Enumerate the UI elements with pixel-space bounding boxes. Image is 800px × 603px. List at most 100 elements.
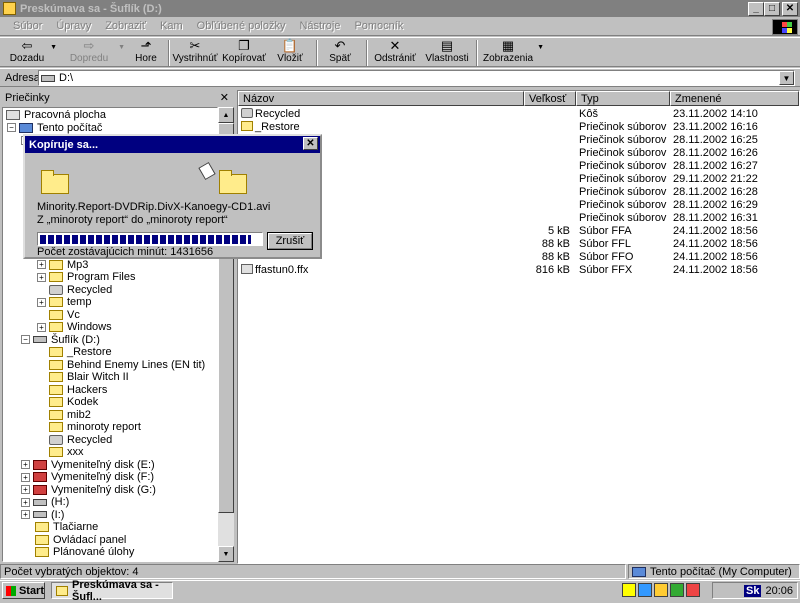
dialog-close-button[interactable]: ✕ <box>303 137 318 150</box>
address-dropdown-button[interactable]: ▼ <box>779 71 794 85</box>
file-icon <box>241 264 253 274</box>
views-button[interactable]: ▦ Zobrazenia ▼ <box>482 38 544 68</box>
maximize-button[interactable]: □ <box>764 2 780 16</box>
close-pane-icon[interactable]: ✕ <box>220 91 229 104</box>
file-type: Priečinok súborov <box>579 133 667 146</box>
tree-item-control-panel[interactable]: Ovládací panel <box>5 534 217 547</box>
tree-item-printers[interactable]: Tlačiarne <box>5 521 217 534</box>
back-button[interactable]: ⇦ Dozadu ▼ <box>4 38 57 68</box>
scroll-up-icon[interactable]: ▲ <box>218 107 234 123</box>
desktop-icon[interactable] <box>622 583 636 597</box>
file-row[interactable]: es (EN tit)Priečinok súborov28.11.2002 1… <box>238 133 799 146</box>
tree-item-desktop[interactable]: Pracovná plocha <box>5 109 217 122</box>
file-row[interactable]: Priečinok súborov 28.11.2002 16:27 <box>238 159 799 172</box>
tree-item-windows[interactable]: + Windows <box>5 321 217 334</box>
folders-pane-header: Priečinky ✕ <box>5 91 229 104</box>
status-selection: Počet vybratých objektov: 4 <box>0 564 626 579</box>
file-row[interactable]: _Restore Priečinok súborov 23.11.2002 16:1… <box>238 120 799 133</box>
tree-item-kodek[interactable]: Kodek <box>5 396 217 409</box>
menu-favorites[interactable]: Obľúbené položky <box>197 20 286 32</box>
start-button[interactable]: Start <box>2 582 45 599</box>
cancel-button[interactable]: Zrušiť <box>267 232 313 250</box>
cut-button[interactable]: ✂ Vystrihnúť <box>172 38 217 68</box>
file-row[interactable]: 88 kB Súbor FFO 24.11.2002 18:56 <box>238 250 799 263</box>
column-type[interactable]: Typ <box>576 91 670 106</box>
file-row[interactable]: Priečinok súborov 28.11.2002 16:28 <box>238 185 799 198</box>
up-button[interactable]: ⬏ Hore <box>128 38 164 68</box>
dialog-route: Z „minoroty report“ do „minoroty report“ <box>37 214 228 226</box>
tree-item-temp[interactable]: + temp <box>5 296 217 309</box>
tree-item-mp3[interactable]: + Mp3 <box>5 259 217 272</box>
properties-icon: ▤ <box>440 38 454 53</box>
minimize-button[interactable]: _ <box>748 2 764 16</box>
ie-icon[interactable] <box>638 583 652 597</box>
menu-view[interactable]: Zobraziť <box>105 20 146 32</box>
delete-button[interactable]: ✕ Odstrániť <box>372 38 418 68</box>
menu-bar: Súbor Úpravy Zobraziť Kam Obľúbené polož… <box>0 17 800 36</box>
tree-item-drive-d[interactable]: − Šuflík (D:) <box>5 334 217 347</box>
tree-item-disk-g[interactable]: + Vymeniteľný disk (G:) <box>5 484 217 497</box>
tree-item-drive-i[interactable]: + (I:) <box>5 509 217 522</box>
file-type: Kôš <box>579 107 598 120</box>
file-row[interactable]: Priečinok súborov 28.11.2002 16:29 <box>238 198 799 211</box>
tree-item-xxx[interactable]: xxx <box>5 446 217 459</box>
tree-item-scheduled-tasks[interactable]: Plánované úlohy <box>5 546 217 559</box>
taskbar: Start Preskúmava sa - Šufl... Sk 20:06 <box>0 579 800 603</box>
tree-item-disk-e[interactable]: + Vymeniteľný disk (E:) <box>5 459 217 472</box>
tree-item-vc[interactable]: Vc <box>5 309 217 322</box>
file-row[interactable]: 88 kB Súbor FFL 24.11.2002 18:56 <box>238 237 799 250</box>
file-row[interactable]: Recycled Kôš 23.11.2002 14:10 <box>238 107 799 120</box>
tree-item-my-computer[interactable]: − Tento počítač <box>5 122 217 135</box>
file-modified: 28.11.2002 16:27 <box>673 159 758 172</box>
menu-go[interactable]: Kam <box>160 20 183 32</box>
menu-file[interactable]: Súbor <box>13 20 42 32</box>
app-icon[interactable] <box>686 583 700 597</box>
menu-edit[interactable]: Úpravy <box>56 20 91 32</box>
column-modified[interactable]: Zmenené <box>670 91 799 106</box>
file-row[interactable]: Priečinok súborov 28.11.2002 16:26 <box>238 146 799 159</box>
taskbar-task-explorer[interactable]: Preskúmava sa - Šufl... <box>51 579 173 603</box>
tree-item-recycled-d[interactable]: Recycled <box>5 434 217 447</box>
file-row[interactable]: ffastun0.ffx 816 kB Súbor FFX 24.11.2002 18… <box>238 263 799 276</box>
tree-item-blair-witch[interactable]: Blair Witch II <box>5 371 217 384</box>
menu-tools[interactable]: Nástroje <box>299 20 340 32</box>
dialog-title: Kopíruje sa... <box>29 138 99 151</box>
copy-button[interactable]: ❐ Kopírovať <box>222 38 266 68</box>
tree-item-drive-h[interactable]: + (H:) <box>5 496 217 509</box>
file-row[interactable]: Priečinok súborov 29.11.2002 21:22 <box>238 172 799 185</box>
file-modified: 28.11.2002 16:31 <box>673 211 758 224</box>
tree-item-recycled[interactable]: Recycled <box>5 284 217 297</box>
column-size[interactable]: Veľkosť <box>524 91 576 106</box>
tree-item-minoroty-report[interactable]: minoroty report <box>5 421 217 434</box>
file-modified: 23.11.2002 16:16 <box>673 120 758 133</box>
address-input[interactable]: D:\ ▼ <box>38 70 795 86</box>
dialog-title-bar[interactable]: Kopíruje sa... ✕ <box>25 136 320 153</box>
file-name: ffastun0.ffx <box>255 263 309 276</box>
outlook-icon[interactable] <box>654 583 668 597</box>
scroll-down-icon[interactable]: ▼ <box>218 546 234 562</box>
window-title-bar[interactable]: Preskúmava sa - Šuflík (D:) _ □ ✕ <box>0 0 800 17</box>
file-row[interactable]: 5 kB Súbor FFA 24.11.2002 18:56 <box>238 224 799 237</box>
file-size: 816 kB <box>535 263 570 276</box>
toolbar: ⇦ Dozadu ▼ ⇨ Dopredu ▼ ⬏ Hore ✂ Vystrihnúť… <box>0 37 800 67</box>
column-name[interactable]: Názov <box>238 91 524 106</box>
paste-button[interactable]: 📋 Vložiť <box>272 38 308 68</box>
tree-item-mib2[interactable]: mib2 <box>5 409 217 422</box>
status-location: Tento počítač (My Computer) <box>628 564 800 579</box>
properties-button[interactable]: ▤ Vlastnosti <box>424 38 470 68</box>
tree-item-disk-f[interactable]: + Vymeniteľný disk (F:) <box>5 471 217 484</box>
file-row[interactable]: Priečinok súborov 28.11.2002 16:31 <box>238 211 799 224</box>
tray-clock[interactable]: 20:06 <box>765 585 793 597</box>
undo-button[interactable]: ↶ Späť <box>322 38 358 68</box>
tree-item-restore[interactable]: _Restore <box>5 346 217 359</box>
tree-item-program-files[interactable]: + Program Files <box>5 271 217 284</box>
language-indicator[interactable]: Sk <box>744 584 762 597</box>
tree-item-hackers[interactable]: Hackers <box>5 384 217 397</box>
forward-button[interactable]: ⇨ Dopredu ▼ <box>60 38 125 68</box>
close-button[interactable]: ✕ <box>782 2 798 16</box>
tree-item-behind-enemy-lines[interactable]: Behind Enemy Lines (EN tit) <box>5 359 217 372</box>
delete-x-icon: ✕ <box>389 38 401 53</box>
source-folder-icon <box>41 170 69 194</box>
media-icon[interactable] <box>670 583 684 597</box>
menu-help[interactable]: Pomocník <box>354 20 403 32</box>
